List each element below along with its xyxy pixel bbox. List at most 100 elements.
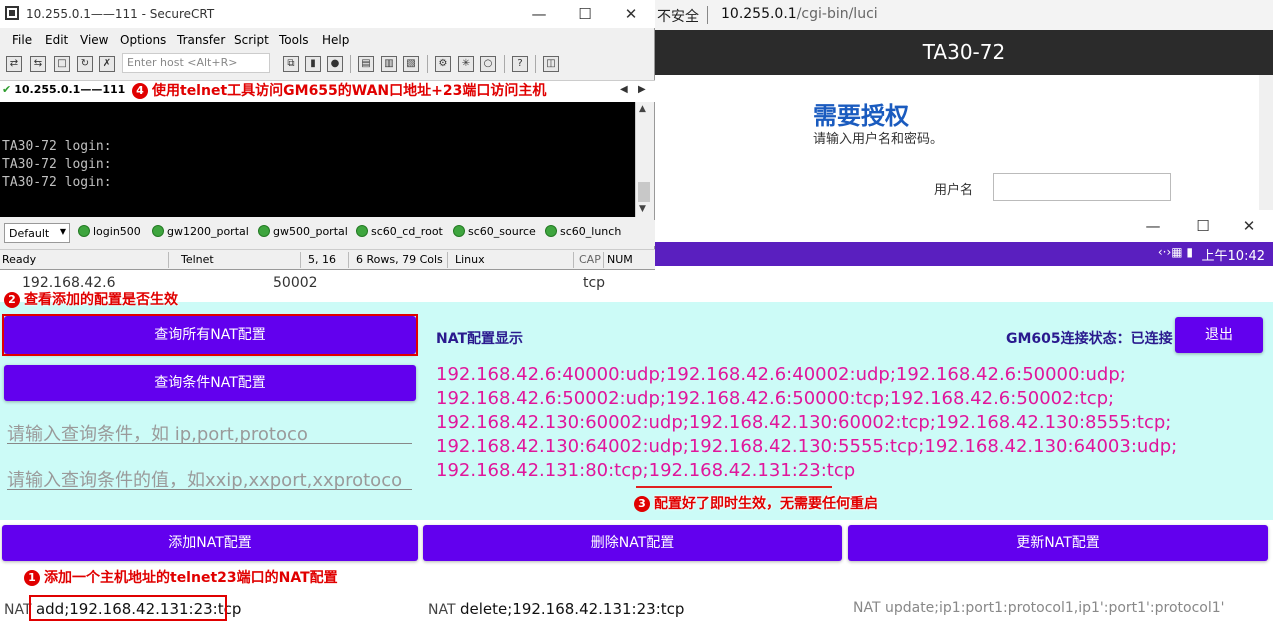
highlight-box-query-all bbox=[2, 314, 418, 356]
help-icon[interactable]: ? bbox=[512, 56, 528, 72]
copy-icon[interactable]: ⧉ bbox=[283, 56, 299, 72]
find-icon[interactable]: ● bbox=[327, 56, 343, 72]
delete-input-row: NAT delete;192.168.42.131:23:tcp bbox=[428, 600, 684, 618]
scroll-down-icon[interactable]: ▼ bbox=[639, 204, 646, 214]
paste-icon[interactable]: ▮ bbox=[305, 56, 321, 72]
app-titlebar: — ☐ ✕ bbox=[655, 210, 1273, 242]
session-group-value: Default bbox=[9, 227, 50, 240]
terminal-scrollbar[interactable]: ▲ ▼ bbox=[635, 102, 652, 217]
crt-minimize-button[interactable]: — bbox=[516, 2, 562, 26]
logout-button[interactable]: 退出 bbox=[1175, 317, 1263, 353]
print-selection-icon[interactable]: ▥ bbox=[381, 56, 397, 72]
terminal-line: TA30-72 login: bbox=[2, 175, 112, 190]
username-input[interactable] bbox=[993, 173, 1171, 201]
connection-status: GM605连接状态：已连接 bbox=[1006, 331, 1173, 347]
menu-options[interactable]: Options bbox=[120, 33, 166, 47]
session-status-icon bbox=[152, 225, 164, 237]
username-label: 用户名 bbox=[934, 183, 974, 198]
status-protocol: Telnet bbox=[181, 253, 214, 266]
session-button[interactable]: login500 bbox=[78, 225, 141, 238]
connected-check-icon: ✔ bbox=[2, 83, 12, 96]
annotation-3: 3 配置好了即时生效，无需要任何重启 bbox=[634, 493, 878, 513]
status-os: Linux bbox=[455, 253, 485, 266]
session-status-icon bbox=[453, 225, 465, 237]
menu-transfer[interactable]: Transfer bbox=[177, 33, 225, 47]
annotation-2: 2 查看添加的配置是否生效 bbox=[4, 289, 178, 309]
add-nat-button[interactable]: 添加NAT配置 bbox=[2, 525, 418, 561]
print-icon[interactable]: ▤ bbox=[358, 56, 374, 72]
crt-statusbar: Ready Telnet 5, 16 6 Rows, 79 Cols Linux… bbox=[0, 249, 655, 269]
url-text[interactable]: 10.255.0.1/cgi-bin/luci bbox=[721, 6, 878, 22]
update-input-row: NAT update;ip1:port1:protocol1,ip1':port… bbox=[853, 600, 1224, 616]
partial-nat-row: 192.168.42.6 50002 tcp bbox=[0, 266, 1273, 302]
status-cursor: 5, 16 bbox=[308, 253, 336, 266]
securecrt-window: 10.255.0.1——111 - SecureCRT — ☐ ✕ File E… bbox=[0, 0, 655, 270]
tab-prev-icon[interactable]: ◀ bbox=[620, 84, 628, 95]
status-time: 上午10:42 bbox=[1201, 249, 1265, 264]
scroll-thumb[interactable] bbox=[638, 182, 650, 202]
delete-prefix-label: NAT bbox=[428, 602, 456, 618]
nat-config-list: 192.168.42.6:40000:udp;192.168.42.6:4000… bbox=[436, 363, 1178, 483]
crt-window-title: 10.255.0.1——111 - SecureCRT bbox=[26, 7, 215, 21]
annotation-4: 4 使用telnet工具访问GM655的WAN口地址+23端口访问主机 bbox=[132, 80, 546, 100]
keymap-icon[interactable]: ○ bbox=[480, 56, 496, 72]
session-status-icon bbox=[78, 225, 90, 237]
session-button[interactable]: sc60_lunch bbox=[545, 225, 621, 238]
crt-titlebar: 10.255.0.1——111 - SecureCRT — ☐ ✕ bbox=[0, 0, 655, 28]
session-tab[interactable]: ✔ 10.255.0.1——111 bbox=[2, 83, 125, 101]
condition-field-input[interactable]: 请输入查询条件，如 ip,port,protoco bbox=[7, 420, 412, 445]
status-num: NUM bbox=[607, 253, 633, 266]
minimize-button[interactable]: — bbox=[1133, 214, 1173, 238]
close-button[interactable]: ✕ bbox=[1229, 214, 1269, 238]
session-button[interactable]: gw1200_portal bbox=[152, 225, 249, 238]
insecure-label: 不安全 bbox=[657, 9, 699, 25]
nat-entry-line: 192.168.42.130:60002:udp;192.168.42.130:… bbox=[436, 412, 1172, 433]
terminal-screen[interactable]: TA30-72 login: TA30-72 login: TA30-72 lo… bbox=[0, 102, 635, 217]
update-nat-input[interactable]: update;ip1:port1:protocol1,ip1':port1':p… bbox=[885, 600, 1225, 616]
session-button[interactable]: sc60_cd_root bbox=[356, 225, 443, 238]
menu-script[interactable]: Script bbox=[234, 33, 269, 47]
sftp-icon[interactable]: ◫ bbox=[543, 56, 559, 72]
row-port: 50002 bbox=[273, 275, 318, 291]
global-options-icon[interactable]: ✳ bbox=[458, 56, 474, 72]
crt-close-button[interactable]: ✕ bbox=[608, 2, 654, 26]
menu-tools[interactable]: Tools bbox=[279, 33, 309, 47]
scroll-up-icon[interactable]: ▲ bbox=[639, 104, 646, 114]
menu-help[interactable]: Help bbox=[322, 33, 349, 47]
page-scrollbar[interactable] bbox=[1259, 75, 1273, 210]
session-button[interactable]: gw500_portal bbox=[258, 225, 348, 238]
menu-view[interactable]: View bbox=[80, 33, 108, 47]
add-prefix-label: NAT bbox=[4, 602, 32, 618]
delete-nat-input[interactable]: delete;192.168.42.131:23:tcp bbox=[460, 600, 684, 618]
session-group-select[interactable]: Default ▼ bbox=[4, 223, 70, 243]
nat-entry-line-last: 192.168.42.131:80:tcp;192.168.42.131:23:… bbox=[436, 459, 1151, 483]
session-options-icon[interactable]: ⚙ bbox=[435, 56, 451, 72]
menu-edit[interactable]: Edit bbox=[45, 33, 68, 47]
browser-window: 不安全 10.255.0.1/cgi-bin/luci TA30-72 需要授权… bbox=[655, 0, 1273, 210]
update-nat-button[interactable]: 更新NAT配置 bbox=[848, 525, 1268, 561]
nat-app-window: — ☐ ✕ ‹·›▦ ▮ 上午10:42 192.168.42.6 50002 … bbox=[0, 210, 1273, 624]
status-ready: Ready bbox=[2, 253, 37, 266]
query-condition-nat-button[interactable]: 查询条件NAT配置 bbox=[4, 365, 416, 401]
crt-toolbar-right: ⧉ ▮ ● ▤ ▥ ▧ ⚙ ✳ ○ ? ◫ bbox=[0, 52, 655, 76]
nat-entry-80: 192.168.42.131:80:tcp; bbox=[436, 460, 649, 481]
menu-file[interactable]: File bbox=[12, 33, 32, 47]
terminal-line: TA30-72 login: bbox=[2, 139, 112, 154]
url-path: /cgi-bin/luci bbox=[796, 6, 878, 22]
tab-next-icon[interactable]: ▶ bbox=[638, 84, 646, 95]
condition-value-input[interactable]: 请输入查询条件的值，如xxip,xxport,xxprotoco bbox=[7, 466, 412, 491]
terminal-line: TA30-72 login: bbox=[2, 157, 112, 172]
session-manager-bar: Default ▼ login500 gw1200_portal gw500_po… bbox=[0, 220, 655, 246]
nat-entry-line: 192.168.42.130:64002:udp;192.168.42.130:… bbox=[436, 436, 1178, 457]
delete-nat-button[interactable]: 删除NAT配置 bbox=[423, 525, 842, 561]
address-bar[interactable]: 不安全 10.255.0.1/cgi-bin/luci bbox=[655, 0, 1273, 30]
session-status-icon bbox=[356, 225, 368, 237]
crt-maximize-button[interactable]: ☐ bbox=[562, 2, 608, 26]
session-tab-label: 10.255.0.1——111 bbox=[14, 83, 126, 96]
status-cap: CAP bbox=[579, 253, 601, 266]
session-button[interactable]: sc60_source bbox=[453, 225, 536, 238]
print-setup-icon[interactable]: ▧ bbox=[403, 56, 419, 72]
crt-menubar: File Edit View Options Transfer Script T… bbox=[0, 30, 655, 50]
maximize-button[interactable]: ☐ bbox=[1183, 214, 1223, 238]
status-size: 6 Rows, 79 Cols bbox=[356, 253, 443, 266]
